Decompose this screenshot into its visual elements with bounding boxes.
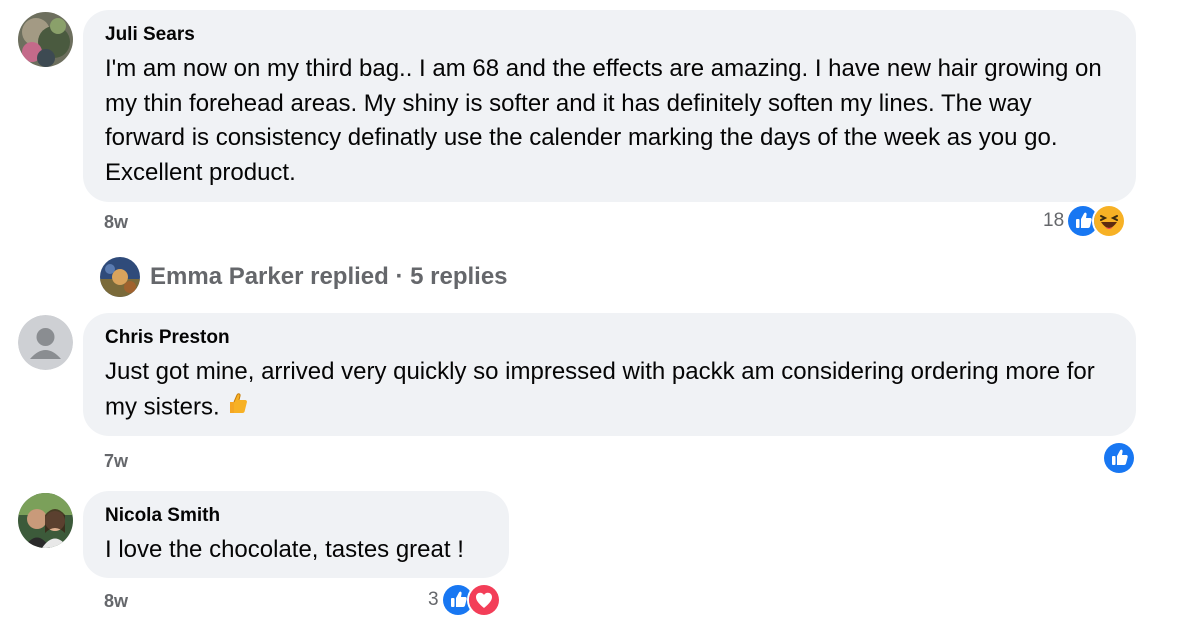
avatar-juli-sears[interactable] — [18, 12, 73, 67]
replies-summary[interactable]: Emma Parker replied · 5 replies — [150, 263, 508, 291]
love-icon — [466, 583, 501, 617]
like-icon — [1102, 441, 1136, 475]
comment-text: Just got mine, arrived very quickly so i… — [105, 355, 1114, 426]
reaction-count: 18 — [1043, 210, 1065, 231]
comment-bubble: Nicola Smith I love the chocolate, taste… — [83, 491, 509, 578]
comment-author[interactable]: Juli Sears — [105, 23, 1114, 47]
view-replies-link[interactable]: Emma Parker replied · 5 replies — [100, 256, 508, 298]
comment-text: I'm am now on my third bag.. I am 68 and… — [105, 55, 1102, 186]
comment-timestamp[interactable]: 8w — [104, 212, 128, 233]
avatar-emma-parker — [100, 257, 140, 297]
reactions-summary[interactable]: 18 — [1043, 204, 1127, 238]
avatar-chris-preston[interactable] — [18, 315, 73, 370]
reactions-summary[interactable]: 3 — [428, 583, 501, 617]
comment-timestamp[interactable]: 7w — [104, 451, 128, 472]
reaction-count: 3 — [428, 589, 439, 610]
reactions-summary[interactable] — [1100, 441, 1136, 475]
comment-thread: Juli Sears I'm am now on my third bag.. … — [0, 0, 1200, 626]
comment-author[interactable]: Nicola Smith — [105, 504, 487, 528]
comment-text-content: Just got mine, arrived very quickly so i… — [105, 358, 1095, 421]
comment-text: I love the chocolate, tastes great ! — [105, 536, 464, 563]
haha-icon — [1092, 204, 1127, 238]
comment-timestamp[interactable]: 8w — [104, 591, 128, 612]
comment-bubble: Chris Preston Just got mine, arrived ver… — [83, 313, 1136, 436]
comment-bubble: Juli Sears I'm am now on my third bag.. … — [83, 10, 1136, 202]
avatar-nicola-smith[interactable] — [18, 493, 73, 548]
comment-author[interactable]: Chris Preston — [105, 326, 1114, 350]
thumbs-up-emoji — [224, 390, 250, 427]
